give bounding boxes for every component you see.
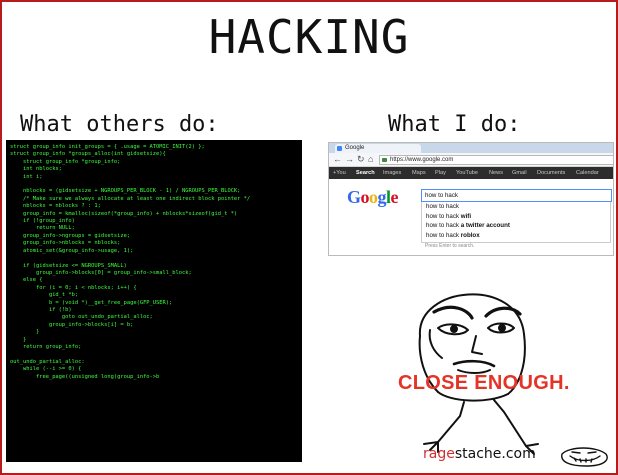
suggestion-item[interactable]: how to hack (422, 202, 610, 212)
suggestion-item[interactable]: how to hack roblox (422, 231, 610, 241)
gbar-link-documents[interactable]: Documents (537, 167, 565, 179)
right-header: What I do: (388, 112, 521, 137)
forward-arrow-icon[interactable]: → (345, 154, 354, 165)
suggestion-item[interactable]: how to hack a twitter account (422, 221, 610, 231)
gbar-link-gmail[interactable]: Gmail (512, 167, 527, 179)
gbar-link-you[interactable]: +You (333, 167, 346, 179)
suggestion-item[interactable]: how to hack wifi (422, 212, 610, 222)
code-text: struct group_info init_groups = { .usage… (10, 144, 251, 380)
google-favicon-icon (337, 146, 342, 151)
left-header: What others do: (20, 112, 219, 137)
gbar-link-maps[interactable]: Maps (412, 167, 426, 179)
search-input[interactable]: how to hack (421, 189, 612, 202)
watermark: ragestache.com (423, 446, 536, 462)
google-logo: Google (347, 187, 399, 207)
gbar-link-youtube[interactable]: YouTube (456, 167, 478, 179)
gbar-link-news[interactable]: News (489, 167, 503, 179)
home-icon[interactable]: ⌂ (368, 154, 373, 165)
rage-face-drawing (418, 293, 539, 455)
address-row: ← → ↻ ⌂ https://www.google.com (329, 153, 613, 167)
reload-icon[interactable]: ↻ (357, 154, 365, 165)
meme-title: HACKING (208, 10, 410, 64)
lock-icon (382, 158, 387, 162)
tab-bar: Google (329, 143, 613, 153)
address-bar[interactable]: https://www.google.com (379, 155, 613, 165)
gbar-link-play[interactable]: Play (435, 167, 446, 179)
close-enough-caption: CLOSE ENOUGH. (398, 372, 570, 394)
back-arrow-icon[interactable]: ← (333, 154, 342, 165)
watermark-part1: rage (423, 446, 455, 462)
troll-face-icon (561, 447, 608, 467)
google-bar: +You Search Images Maps Play YouTube News Gmail… (329, 167, 613, 179)
browser-window: Google ← → ↻ ⌂ https://www.google.com +Y… (328, 142, 614, 256)
watermark-part2: stache.com (454, 446, 536, 462)
suggestion-list: how to hack how to hack wifi how to hack a… (421, 202, 611, 243)
tab-label: Google (345, 145, 365, 151)
tab-google[interactable]: Google (335, 144, 421, 153)
search-hint: Press Enter to search. (425, 243, 475, 249)
code-panel: struct group_info init_groups = { .usage… (6, 140, 302, 462)
gbar-link-search[interactable]: Search (356, 167, 375, 179)
gbar-link-images[interactable]: Images (383, 167, 401, 179)
gbar-link-calendar[interactable]: Calendar (576, 167, 599, 179)
url-text: https://www.google.com (390, 157, 454, 163)
